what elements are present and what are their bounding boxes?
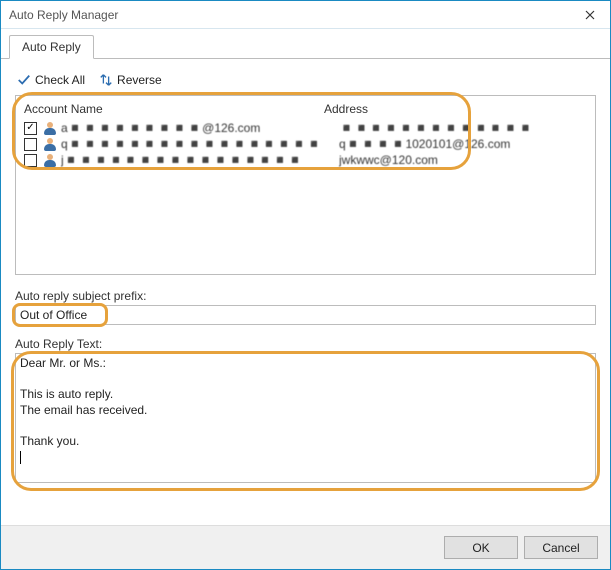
account-icon — [43, 137, 57, 151]
account-name-cell: q◾◾◾◾◾◾◾◾◾◾◾◾◾◾◾◾◾ — [61, 137, 339, 151]
account-name-cell: j◾◾◾◾◾◾◾◾◾◾◾◾◾◾◾◾ — [61, 153, 339, 167]
check-icon — [17, 73, 31, 87]
check-all-button[interactable]: Check All — [17, 73, 85, 87]
auto-reply-manager-window: Auto Reply Manager Auto Reply Check All … — [0, 0, 611, 570]
close-button[interactable] — [570, 1, 610, 29]
account-icon — [43, 121, 57, 135]
dialog-footer: OK Cancel — [1, 525, 610, 569]
column-account-name[interactable]: Account Name — [24, 102, 324, 116]
account-address-cell: q◾◾◾◾1020101@126.com — [339, 137, 587, 151]
account-checkbox[interactable] — [24, 122, 37, 135]
title-bar: Auto Reply Manager — [1, 1, 610, 29]
cancel-button[interactable]: Cancel — [524, 536, 598, 559]
account-name-cell: a◾◾◾◾◾◾◾◾◾@126.com — [61, 121, 339, 135]
reply-text-label: Auto Reply Text: — [15, 337, 596, 351]
reverse-label: Reverse — [117, 73, 162, 87]
column-address[interactable]: Address — [324, 102, 587, 116]
text-caret — [20, 451, 21, 464]
subject-prefix-input[interactable] — [15, 305, 596, 325]
account-address-cell: ◾◾◾◾◾◾◾◾◾◾◾◾◾ — [339, 121, 587, 135]
ok-button[interactable]: OK — [444, 536, 518, 559]
subject-prefix-section: Auto reply subject prefix: — [15, 289, 596, 325]
tab-auto-reply[interactable]: Auto Reply — [9, 35, 94, 59]
account-row[interactable]: j◾◾◾◾◾◾◾◾◾◾◾◾◾◾◾◾ jwkwwc@120.com — [24, 152, 587, 168]
account-list: Account Name Address a◾◾◾◾◾◾◾◾◾@126.com … — [15, 95, 596, 275]
subject-prefix-label: Auto reply subject prefix: — [15, 289, 596, 303]
column-headers: Account Name Address — [24, 102, 587, 120]
list-toolbar: Check All Reverse — [15, 69, 596, 95]
reverse-icon — [99, 73, 113, 87]
reply-text-input[interactable]: Dear Mr. or Ms.: This is auto reply. The… — [15, 353, 596, 483]
account-row[interactable]: a◾◾◾◾◾◾◾◾◾@126.com ◾◾◾◾◾◾◾◾◾◾◾◾◾ — [24, 120, 587, 136]
account-checkbox[interactable] — [24, 138, 37, 151]
reverse-button[interactable]: Reverse — [99, 73, 162, 87]
window-title: Auto Reply Manager — [9, 8, 570, 22]
tab-strip: Auto Reply — [1, 29, 610, 59]
close-icon — [585, 10, 595, 20]
account-checkbox[interactable] — [24, 154, 37, 167]
reply-text-section: Auto Reply Text: Dear Mr. or Ms.: This i… — [15, 337, 596, 483]
account-icon — [43, 153, 57, 167]
check-all-label: Check All — [35, 73, 85, 87]
account-address-cell: jwkwwc@120.com — [339, 153, 587, 167]
account-row[interactable]: q◾◾◾◾◾◾◾◾◾◾◾◾◾◾◾◾◾ q◾◾◾◾1020101@126.com — [24, 136, 587, 152]
content-area: Check All Reverse Account Name Address a… — [1, 59, 610, 525]
